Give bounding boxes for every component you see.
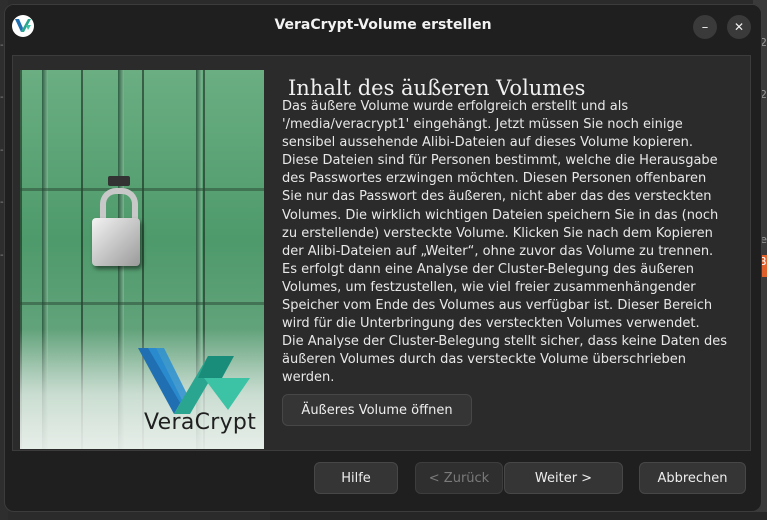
cancel-button[interactable]: Abbrechen [639, 462, 746, 494]
next-button[interactable]: Weiter > [504, 462, 623, 494]
window-title: VeraCrypt-Volume erstellen [274, 17, 492, 33]
minimize-icon: – [701, 19, 709, 35]
page-heading: Inhalt des äußeren Volumes [288, 76, 586, 100]
open-outer-volume-button[interactable]: Äußeres Volume öffnen [282, 394, 472, 426]
minimize-button[interactable]: – [693, 15, 717, 39]
page-description: Das äußere Volume wurde erfolgreich erst… [282, 99, 728, 386]
veracrypt-brand-text: VeraCrypt [144, 410, 257, 435]
close-icon: ✕ [733, 20, 745, 34]
background-bottom-bar [270, 511, 767, 520]
wizard-content-panel: VeraCrypt Inhalt des äußeren Volumes Das… [12, 55, 751, 451]
veracrypt-logo-icon [138, 348, 250, 414]
close-button[interactable]: ✕ [727, 15, 751, 39]
wizard-banner-image: VeraCrypt [20, 70, 264, 449]
title-bar[interactable]: VeraCrypt-Volume erstellen – ✕ [5, 5, 761, 49]
back-button[interactable]: < Zurück [415, 462, 503, 494]
volume-creation-dialog: VeraCrypt-Volume erstellen – ✕ VeraCrypt [4, 4, 762, 512]
help-button[interactable]: Hilfe [314, 462, 398, 494]
